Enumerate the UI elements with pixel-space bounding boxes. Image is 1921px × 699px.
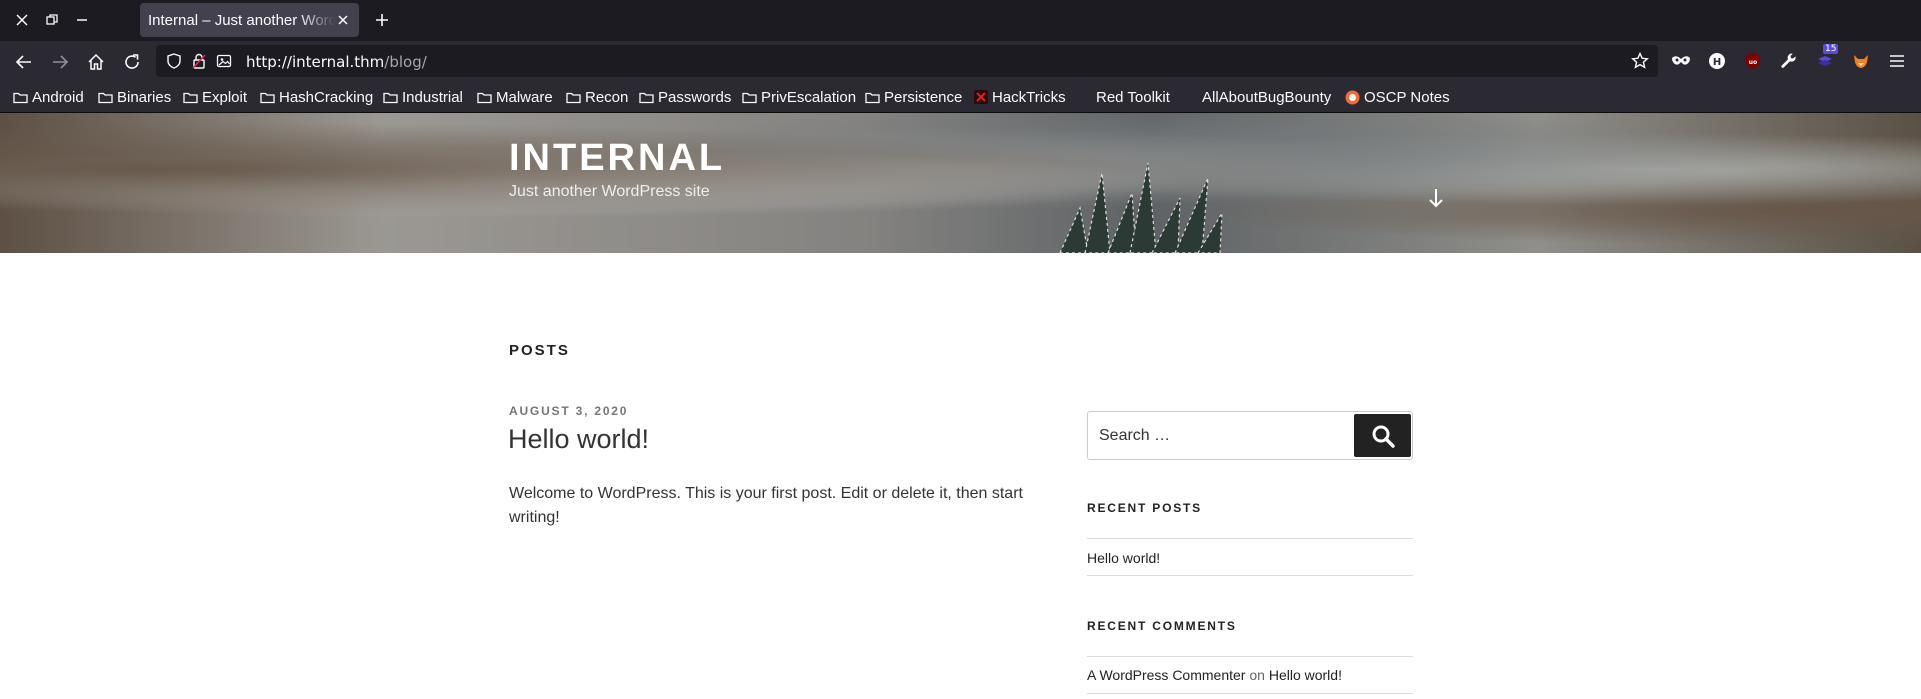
divider [1087, 656, 1413, 657]
bookmark-folder-recon[interactable]: Recon [566, 87, 628, 107]
url-text[interactable]: http://internal.thm/blog/ [246, 53, 427, 71]
hamburger-menu-icon[interactable] [1883, 47, 1911, 75]
folder-icon [742, 92, 757, 103]
bookmark-folder-hashcracking[interactable]: HashCracking [260, 87, 373, 107]
new-tab-icon[interactable] [368, 4, 396, 36]
search-button[interactable] [1354, 414, 1411, 457]
tab-bar: Internal – Just another WordPress site [0, 0, 1921, 41]
bookmark-folder-binaries[interactable]: Binaries [98, 87, 171, 107]
tracking-protection-shield-icon[interactable] [164, 51, 184, 71]
folder-icon [566, 92, 581, 103]
bookmark-star-icon[interactable] [1630, 51, 1650, 71]
scroll-down-arrow-icon[interactable] [1424, 185, 1448, 211]
site-header: INTERNAL Just another WordPress site [0, 113, 1921, 253]
ublock-origin-icon[interactable]: uo [1739, 47, 1767, 75]
bookmark-folder-persistence[interactable]: Persistence [865, 87, 962, 107]
bookmark-label: Exploit [202, 88, 248, 106]
site-description: Just another WordPress site [509, 183, 710, 200]
back-icon[interactable] [9, 47, 39, 77]
bookmark-oscp-notes[interactable]: OSCP Notes [1345, 87, 1450, 107]
folder-icon [183, 92, 198, 103]
folder-icon [383, 92, 398, 103]
bookmark-folder-exploit[interactable]: Exploit [183, 87, 247, 107]
bookmark-folder-android[interactable]: Android [13, 87, 84, 107]
tab-title: Internal – Just another WordPress site [148, 11, 336, 29]
wrench-tools-icon[interactable] [1775, 47, 1803, 75]
post-date[interactable]: AUGUST 3, 2020 [509, 404, 628, 418]
bookmark-label: HashCracking [279, 88, 374, 106]
hacktricks-icon [974, 90, 988, 104]
bookmark-label: PrivEscalation [761, 88, 857, 106]
insecure-lock-icon[interactable] [189, 51, 209, 71]
recent-comments-title: RECENT COMMENTS [1087, 619, 1237, 633]
folder-icon [865, 92, 880, 103]
close-window-icon[interactable] [8, 0, 36, 40]
folder-icon [98, 92, 113, 103]
bookmark-label: Recon [585, 88, 629, 106]
bookmark-label: HackTricks [992, 88, 1066, 106]
url-host: http://internal.thm [246, 53, 385, 71]
bookmark-label: Binaries [117, 88, 172, 106]
bookmark-red-toolkit[interactable]: Red Toolkit [1096, 87, 1170, 107]
navigation-toolbar: http://internal.thm/blog/ H uo 15 [0, 41, 1921, 81]
comment-author-link[interactable]: A WordPress Commenter [1087, 667, 1245, 683]
bookmark-label: Persistence [884, 88, 963, 106]
bookmark-hacktricks[interactable]: HackTricks [974, 87, 1066, 107]
post-excerpt: Welcome to WordPress. This is your first… [509, 485, 1023, 526]
post-title-link[interactable]: Hello world! [508, 424, 649, 455]
private-browsing-mask-icon[interactable] [1667, 47, 1695, 75]
bookmark-label: Industrial [402, 88, 463, 106]
home-icon[interactable] [81, 47, 111, 77]
bookmark-label: Android [32, 88, 84, 106]
bookmark-label: Red Toolkit [1096, 88, 1170, 106]
proxy-extension-icon[interactable]: 15 [1811, 44, 1839, 75]
bookmark-label: Passwords [658, 88, 732, 106]
folder-icon [13, 92, 28, 103]
forward-icon[interactable] [45, 47, 75, 77]
site-title[interactable]: INTERNAL [509, 137, 725, 180]
folder-icon [260, 92, 275, 103]
comment-post-link[interactable]: Hello world! [1269, 667, 1342, 683]
search-input[interactable] [1088, 412, 1358, 459]
header-plant-image [1059, 162, 1223, 253]
bookmark-label: Malware [496, 88, 553, 106]
bookmark-folder-industrial[interactable]: Industrial [383, 87, 463, 107]
recent-comment-item: A WordPress Commenter on Hello world! [1087, 667, 1342, 683]
bookmark-label: OSCP Notes [1364, 88, 1450, 106]
search-form [1087, 411, 1413, 460]
bookmark-folder-malware[interactable]: Malware [477, 87, 553, 107]
comment-on-text: on [1249, 667, 1265, 683]
recent-post-link[interactable]: Hello world! [1087, 550, 1160, 566]
hackbar-h-icon[interactable]: H [1703, 47, 1731, 75]
recent-posts-title: RECENT POSTS [1087, 501, 1202, 515]
page-title: POSTS [509, 342, 570, 359]
url-path: /blog/ [384, 53, 427, 71]
bookmark-allaboutbugbounty[interactable]: AllAboutBugBounty [1202, 87, 1331, 107]
address-bar[interactable]: http://internal.thm/blog/ [156, 45, 1658, 77]
oscp-icon [1345, 90, 1360, 104]
restore-window-icon[interactable] [38, 0, 66, 40]
extension-badge: 15 [1823, 44, 1839, 54]
minimize-window-icon[interactable] [68, 0, 96, 40]
active-tab[interactable]: Internal – Just another WordPress site [140, 3, 359, 37]
permissions-image-icon[interactable] [214, 51, 234, 71]
divider [1087, 575, 1413, 576]
folder-icon [477, 92, 492, 103]
bookmark-folder-privescalation[interactable]: PrivEscalation [742, 87, 856, 107]
reload-icon[interactable] [117, 47, 147, 77]
foxyproxy-fox-icon[interactable] [1847, 47, 1875, 75]
svg-text:H: H [1713, 57, 1721, 68]
bookmarks-toolbar: Android Binaries Exploit HashCracking In… [0, 81, 1921, 113]
divider [1087, 538, 1413, 539]
folder-icon [639, 92, 654, 103]
svg-text:uo: uo [1749, 59, 1757, 66]
divider [1087, 693, 1413, 694]
search-icon [1372, 425, 1395, 448]
bookmark-folder-passwords[interactable]: Passwords [639, 87, 731, 107]
bookmark-label: AllAboutBugBounty [1202, 88, 1332, 106]
close-tab-icon[interactable] [335, 11, 351, 29]
